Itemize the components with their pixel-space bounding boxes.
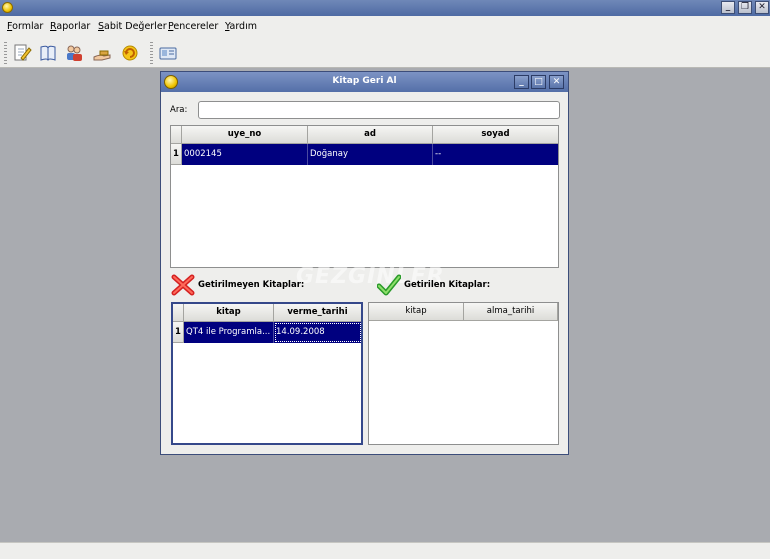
users-icon[interactable]: [64, 43, 84, 63]
dialog-title-bar[interactable]: Kitap Geri Al _ □ ✕: [161, 72, 568, 92]
row-header[interactable]: 1: [171, 144, 182, 165]
table-cell-verme-tarihi[interactable]: 14.09.2008: [274, 322, 361, 343]
column-header-soyad[interactable]: soyad: [433, 126, 558, 144]
not-returned-table-corner[interactable]: [173, 304, 184, 322]
column-header-kitap[interactable]: kitap: [184, 304, 274, 322]
edit-document-icon[interactable]: [12, 43, 32, 63]
column-header-alma-tarihi[interactable]: alma_tarihi: [464, 303, 558, 321]
hand-give-icon[interactable]: [92, 43, 112, 63]
table-cell-soyad[interactable]: --: [433, 144, 558, 165]
menu-yardim[interactable]: Yardım: [225, 21, 257, 32]
table-cell-uye-no[interactable]: 0002145: [182, 144, 308, 165]
returned-label: Getirilen Kitaplar:: [404, 280, 491, 290]
column-header-uye-no[interactable]: uye_no: [182, 126, 308, 144]
main-minimize-button[interactable]: _: [721, 1, 735, 14]
menu-sabit-degerler[interactable]: Sabit Değerler: [98, 21, 167, 32]
main-restore-button[interactable]: ❐: [738, 1, 752, 14]
toolbar-grip[interactable]: [4, 42, 7, 64]
column-header-kitap[interactable]: kitap: [369, 303, 464, 321]
main-title-bar: _ ❐ ✕: [0, 0, 770, 16]
id-card-icon[interactable]: [158, 43, 178, 63]
dialog-minimize-button[interactable]: _: [514, 75, 529, 89]
dialog-title: Kitap Geri Al: [332, 76, 397, 86]
table-cell-kitap[interactable]: QT4 ile Programla...: [184, 322, 274, 343]
returned-table[interactable]: kitap alma_tarihi: [368, 302, 559, 445]
app-logo-icon: [2, 2, 13, 13]
menu-pencereler[interactable]: Pencereler: [168, 21, 218, 32]
menu-formlar[interactable]: Formlar: [7, 21, 43, 32]
toolbar-grip-2[interactable]: [150, 42, 153, 64]
dialog-maximize-button[interactable]: □: [531, 75, 546, 89]
red-x-icon: [171, 274, 195, 296]
status-bar: [0, 542, 770, 559]
not-returned-label: Getirilmeyen Kitaplar:: [198, 280, 305, 290]
row-header[interactable]: 1: [173, 322, 184, 343]
menu-bar: Formlar Raporlar Sabit Değerler Pencerel…: [0, 16, 770, 38]
not-returned-table[interactable]: kitap verme_tarihi 1 QT4 ile Programla..…: [171, 302, 363, 445]
dialog-close-button[interactable]: ✕: [549, 75, 564, 89]
menu-raporlar[interactable]: Raporlar: [50, 21, 90, 32]
kitap-geri-al-window: Kitap Geri Al _ □ ✕ Ara: uye_no ad soyad…: [160, 71, 569, 455]
search-input[interactable]: [198, 101, 560, 119]
green-check-icon: [376, 274, 402, 296]
column-header-verme-tarihi[interactable]: verme_tarihi: [274, 304, 361, 322]
toolbar: [0, 38, 770, 68]
members-table[interactable]: uye_no ad soyad 1 0002145 Doğanay --: [170, 125, 559, 268]
book-icon[interactable]: [38, 43, 58, 63]
main-close-button[interactable]: ✕: [755, 1, 769, 14]
search-label: Ara:: [170, 105, 188, 115]
table-cell-ad[interactable]: Doğanay: [308, 144, 433, 165]
return-arrow-icon[interactable]: [120, 43, 140, 63]
column-header-ad[interactable]: ad: [308, 126, 433, 144]
members-table-corner[interactable]: [171, 126, 182, 144]
